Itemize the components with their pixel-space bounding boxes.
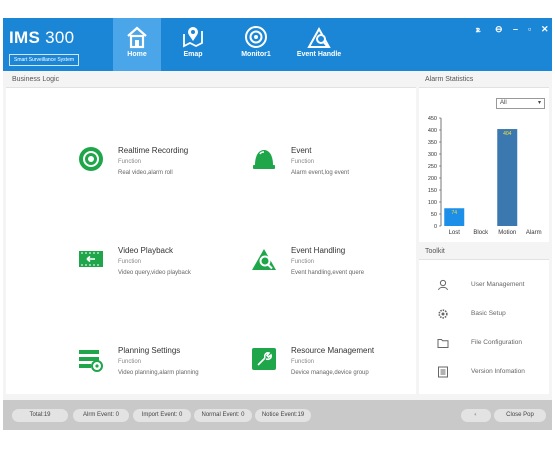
y-tick-label: 200 (428, 176, 437, 182)
y-tick-label: 300 (428, 152, 437, 158)
recording-icon (79, 147, 103, 171)
x-category-label: Motion (498, 230, 516, 236)
feature-description: Device manage,device group (291, 370, 369, 376)
feature-title: Video Playback (118, 246, 173, 255)
tab-event-handle-label: Event Handle (296, 51, 342, 58)
feature-subtitle: Function (118, 259, 142, 265)
close-icon[interactable]: ✕ (541, 24, 549, 35)
alarm-statistics-panel: Alarm Statistics All ▾ 0 50 100 150 200 250 30… (419, 72, 549, 242)
alarm-filter-value: All (500, 100, 507, 106)
business-logic-panel: Business Logic Realtime Recording Functi… (6, 72, 416, 394)
tab-home-label: Home (127, 51, 147, 58)
map-pin-icon (183, 27, 203, 48)
close-pop-button[interactable]: Close Pop (494, 409, 546, 422)
y-tick-label: 250 (428, 164, 437, 170)
alarm-statistics-title: Alarm Statistics (419, 72, 549, 88)
minimize-icon[interactable]: – (513, 24, 518, 34)
home-icon (127, 26, 147, 49)
brand-version: 300 (45, 28, 75, 47)
brand-name: IMS (9, 28, 41, 47)
speaker-icon: 🔈︎ (474, 412, 478, 418)
y-tick-label: 50 (431, 212, 437, 218)
toolkit-panel: Toolkit User Management Basic Setup File… (419, 244, 549, 394)
feature-description: Real video,alarm roll (118, 170, 173, 176)
camera-icon (245, 26, 267, 48)
feature-subtitle: Function (118, 359, 142, 365)
feature-realtime-recording[interactable]: Realtime Recording Function Real video,a… (78, 146, 218, 180)
business-logic-title: Business Logic (6, 72, 416, 88)
y-tick-label: 0 (434, 224, 437, 230)
brand-subtitle: Smart Surveillance System (9, 54, 80, 66)
x-category-label: Block (473, 230, 489, 236)
tab-home[interactable]: Home (113, 18, 161, 71)
x-category-label: Alarm (526, 230, 542, 236)
y-tick-label: 450 (428, 116, 437, 122)
bar-value-label: 74 (451, 210, 457, 216)
feature-resource-management[interactable]: Resource Management Function Device mana… (251, 346, 391, 380)
tab-emap[interactable]: Emap (169, 18, 217, 71)
brand-title: IMS 300 (9, 28, 79, 48)
feature-planning-settings[interactable]: Planning Settings Function Video plannin… (78, 346, 218, 380)
y-tick-label: 100 (428, 200, 437, 206)
feature-subtitle: Function (291, 159, 315, 165)
normal-event-badge[interactable]: Normal Event: 0 (194, 409, 252, 422)
feature-description: Video planning,alarm planning (118, 370, 199, 376)
maximize-icon[interactable]: ▫ (528, 24, 531, 34)
gear-icon (438, 309, 448, 319)
feature-description: Alarm event,log event (291, 170, 350, 176)
brand-logo: IMS 300 Smart Surveillance System (9, 28, 80, 66)
feature-subtitle: Function (291, 359, 315, 365)
feature-subtitle: Function (118, 159, 142, 165)
toolkit-label: Version Infomation (471, 368, 525, 375)
toolkit-title: Toolkit (419, 244, 549, 260)
notice-event-badge[interactable]: Notice Event:19 (255, 409, 311, 422)
alarm-bar-chart: 0 50 100 150 200 250 300 350 400 450 74 Lost Block 40… (428, 116, 542, 236)
tab-emap-label: Emap (183, 51, 203, 58)
feature-event[interactable]: Event Function Alarm event,log event (251, 146, 391, 180)
feature-title: Realtime Recording (118, 146, 189, 155)
tab-monitor1-label: Monitor1 (241, 51, 271, 58)
toolkit-label: File Configuration (471, 339, 522, 346)
event-search-icon (307, 26, 331, 48)
tab-event-handle[interactable]: Event Handle (287, 18, 351, 71)
feature-title: Event Handling (291, 246, 346, 255)
feature-title: Resource Management (291, 346, 375, 355)
feature-video-playback[interactable]: Video Playback Function Video query,vide… (78, 246, 218, 280)
resource-icon (252, 348, 276, 370)
mute-button[interactable]: 🔈︎ (461, 409, 491, 422)
y-tick-label: 150 (428, 188, 437, 194)
alarm-filter-select[interactable]: All ▾ (496, 98, 545, 109)
feature-title: Planning Settings (118, 346, 181, 355)
toolkit-label: User Management (471, 281, 525, 288)
status-footer: Total:19 Alrm Event: 0 Import Event: 0 N… (3, 400, 552, 430)
event-handling-icon (252, 249, 276, 270)
feature-description: Video query,video playback (118, 270, 191, 276)
app-window: IMS 300 Smart Surveillance System Home E… (3, 18, 552, 430)
bar-value-label: 404 (503, 131, 512, 137)
folder-icon (437, 339, 449, 348)
feature-title: Event (291, 146, 312, 155)
y-tick-label: 350 (428, 140, 437, 146)
chevron-down-icon: ▾ (537, 100, 541, 106)
import-event-badge[interactable]: Import Event: 0 (133, 409, 191, 422)
user-icon[interactable]: ꭱ (476, 24, 480, 35)
total-count-badge[interactable]: Total:19 (12, 409, 68, 422)
bar-motion (497, 129, 518, 226)
toolkit-label: Basic Setup (471, 310, 506, 317)
planning-icon (79, 350, 103, 372)
user-icon (438, 279, 448, 291)
lock-icon[interactable]: ⊖ (495, 24, 503, 35)
feature-subtitle: Function (291, 259, 315, 265)
x-category-label: Lost (449, 230, 461, 236)
y-tick-label: 400 (428, 128, 437, 134)
feature-description: Event handling,event quere (291, 270, 365, 276)
alarm-event-badge[interactable]: Alrm Event: 0 (73, 409, 129, 422)
feature-event-handling[interactable]: Event Handling Function Event handling,e… (251, 246, 391, 280)
tab-monitor1[interactable]: Monitor1 (225, 18, 287, 71)
top-header: IMS 300 Smart Surveillance System Home E… (3, 18, 552, 71)
playback-icon (79, 251, 103, 267)
info-icon (438, 366, 448, 378)
bell-icon (253, 150, 275, 169)
